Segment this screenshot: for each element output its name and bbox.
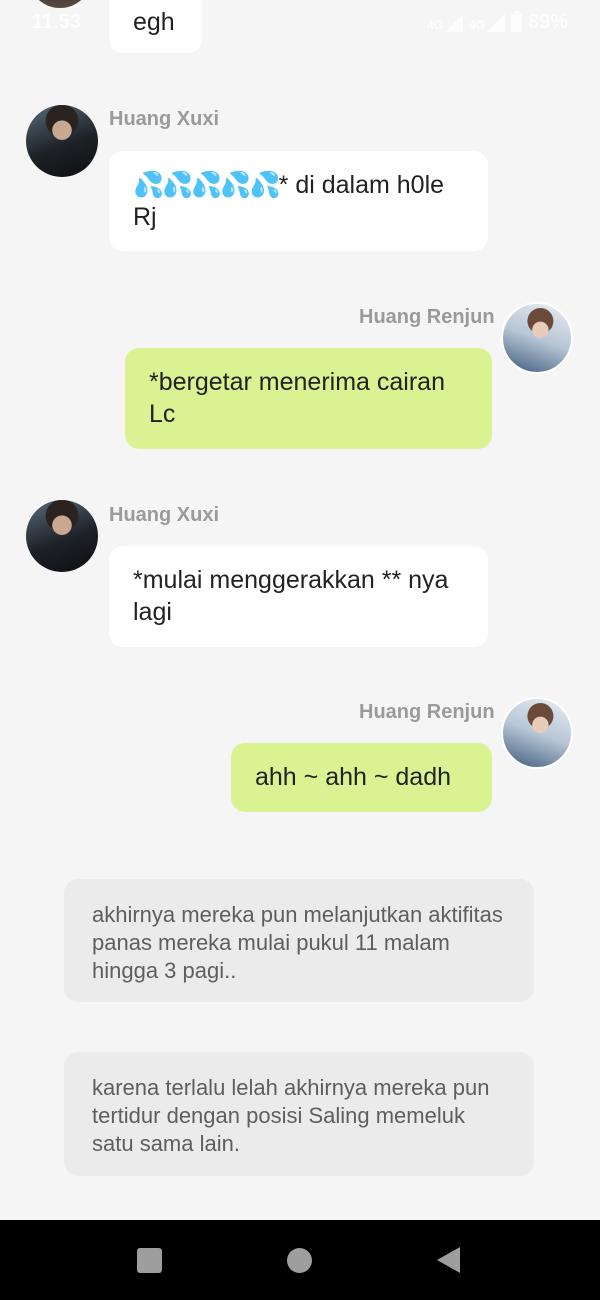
narration-text: akhirnya mereka pun melanjutkan aktifita… bbox=[92, 902, 503, 983]
droplet-emoji: 💦💦💦💦💦 bbox=[133, 171, 281, 199]
signal-icon: 4G bbox=[468, 13, 505, 32]
status-bar: 11.53 4G 4G 89% bbox=[0, 0, 600, 44]
status-indicators: 4G 4G 89% bbox=[426, 10, 568, 34]
chat-bubble-incoming: *mulai menggerakkan ** nya lagi bbox=[109, 546, 488, 647]
avatar[interactable] bbox=[501, 697, 573, 769]
recents-icon[interactable] bbox=[137, 1248, 162, 1273]
navigation-bar bbox=[0, 1220, 600, 1300]
avatar[interactable] bbox=[501, 302, 573, 374]
chat-bubble-incoming: 💦💦💦💦💦* di dalam h0le Rj bbox=[109, 151, 488, 251]
message-text: ahh ~ ahh ~ dadh bbox=[255, 763, 452, 791]
sender-name: Huang Renjun bbox=[359, 306, 495, 328]
sender-name: Huang Renjun bbox=[359, 701, 495, 723]
sender-name: Huang Xuxi bbox=[109, 108, 220, 130]
back-icon[interactable] bbox=[437, 1247, 460, 1273]
battery-percent: 89% bbox=[527, 11, 568, 33]
message-text: *bergetar menerima cairan Lc bbox=[149, 368, 445, 428]
signal-icon: 4G bbox=[426, 13, 463, 32]
status-time: 11.53 bbox=[32, 11, 81, 33]
battery-icon bbox=[510, 10, 522, 32]
message-text: egh bbox=[133, 8, 175, 36]
network-label-2: 4G bbox=[468, 17, 485, 32]
home-icon[interactable] bbox=[287, 1248, 312, 1273]
sender-name: Huang Xuxi bbox=[109, 504, 220, 526]
narration-box: akhirnya mereka pun melanjutkan aktifita… bbox=[64, 879, 534, 1002]
chat-bubble-outgoing: ahh ~ ahh ~ dadh bbox=[231, 743, 492, 812]
avatar[interactable] bbox=[26, 500, 98, 572]
narration-box: karena terlalu lelah akhirnya mereka pun… bbox=[64, 1052, 534, 1176]
chat-bubble-incoming: egh bbox=[109, 0, 202, 53]
message-text: *mulai menggerakkan ** nya lagi bbox=[133, 566, 449, 626]
avatar[interactable] bbox=[26, 105, 98, 177]
network-label-1: 4G bbox=[426, 17, 443, 32]
narration-text: karena terlalu lelah akhirnya mereka pun… bbox=[92, 1075, 490, 1156]
chat-bubble-outgoing: *bergetar menerima cairan Lc bbox=[125, 348, 492, 449]
